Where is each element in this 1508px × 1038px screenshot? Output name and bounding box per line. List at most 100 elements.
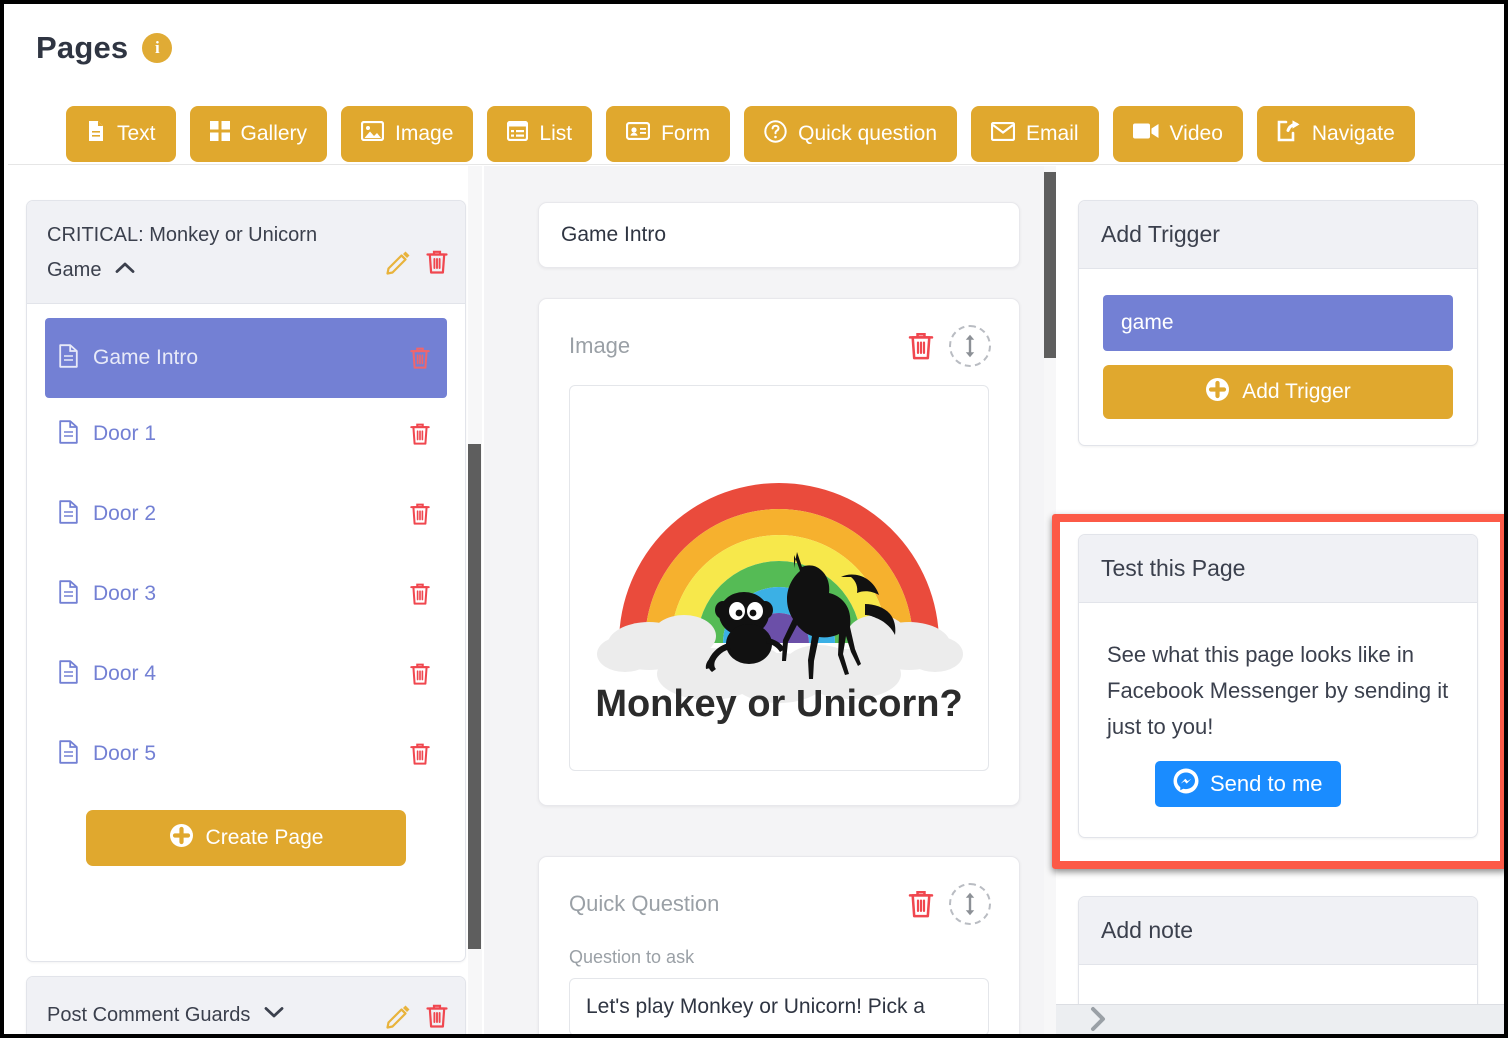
document-icon — [86, 120, 106, 148]
page-list-item-label: Door 2 — [93, 502, 157, 525]
page-editor-column: Game Intro Image Monkey or Unicorn? Quic… — [484, 166, 1044, 1034]
page-group-header-2[interactable]: Post Comment Guards — [27, 977, 465, 1034]
trash-icon[interactable] — [409, 742, 431, 766]
image-block-header: Image — [539, 299, 1019, 367]
add-trigger-button[interactable]: Add Trigger — [1103, 365, 1453, 419]
test-page-body: See what this page looks like in Faceboo… — [1079, 603, 1477, 837]
test-page-card: Test this Page See what this page looks … — [1078, 534, 1478, 838]
image-block: Image Monkey or Unicorn? — [538, 298, 1020, 806]
toolbar-button-form[interactable]: Form — [606, 106, 731, 162]
test-page-description: See what this page looks like in Faceboo… — [1107, 642, 1449, 739]
pencil-icon[interactable] — [385, 249, 411, 275]
image-block-label: Image — [569, 333, 631, 358]
trash-icon[interactable] — [425, 249, 449, 275]
toolbar-button-video[interactable]: Video — [1112, 106, 1243, 162]
app-root: Pages i Text Gallery Image List Form Qui… — [0, 0, 1508, 1038]
question-field-label: Question to ask — [569, 947, 695, 967]
page-list: Game Intro Door 1 Door 2 Door 3 Door 4 D… — [27, 304, 465, 874]
toolbar-label: Gallery — [240, 122, 308, 145]
trigger-chip-game[interactable]: game — [1103, 295, 1453, 351]
messenger-icon — [1173, 768, 1199, 800]
page-list-item-door-1[interactable]: Door 1 — [45, 410, 447, 458]
monkey-or-unicorn-image: Monkey or Unicorn? — [589, 428, 969, 728]
toolbar-label: Email — [1026, 122, 1079, 145]
page-header: Pages i Text Gallery Image List Form Qui… — [8, 8, 1504, 165]
trash-icon[interactable] — [409, 582, 431, 606]
trash-icon[interactable] — [409, 502, 431, 526]
toolbar-label: Text — [117, 122, 156, 145]
page-list-item-door-5[interactable]: Door 5 — [45, 730, 447, 778]
page-list-item-label: Door 5 — [93, 742, 157, 765]
add-trigger-card: Add Trigger game Add Trigger — [1078, 200, 1478, 446]
picture-icon — [360, 120, 385, 147]
quick-question-block-header: Quick Question — [539, 857, 1019, 925]
grid-icon — [209, 121, 230, 147]
page-title-row: Pages i — [36, 30, 173, 66]
toolbar-button-navigate[interactable]: Navigate — [1256, 106, 1415, 162]
trash-icon[interactable] — [409, 662, 431, 686]
page-list-item-door-3[interactable]: Door 3 — [45, 570, 447, 618]
pencil-icon[interactable] — [385, 1003, 411, 1029]
page-list-item-label: Door 3 — [93, 582, 157, 605]
page-list-item-label: Door 4 — [93, 662, 157, 685]
add-note-heading: Add note — [1079, 897, 1477, 965]
toolbar-label: Quick question — [798, 122, 938, 145]
page-group-header[interactable]: CRITICAL: Monkey or Unicorn Game — [27, 201, 465, 304]
page-list-item-door-4[interactable]: Door 4 — [45, 650, 447, 698]
page-group-card-2: Post Comment Guards — [26, 976, 466, 1034]
toolbar-button-quick-question[interactable]: Quick question — [744, 106, 958, 162]
info-icon[interactable]: i — [142, 33, 173, 63]
document-icon — [59, 343, 78, 373]
page-title-input[interactable]: Game Intro — [538, 202, 1020, 268]
send-to-me-label: Send to me — [1210, 771, 1323, 796]
move-vertical-icon[interactable] — [949, 325, 991, 367]
quick-question-block-label: Quick Question — [569, 891, 720, 916]
plus-circle-icon — [169, 823, 194, 854]
page-group-actions — [385, 219, 449, 275]
chevron-up-icon[interactable] — [115, 252, 135, 285]
toolbar-button-list[interactable]: List — [487, 106, 593, 162]
page-group-title: CRITICAL: Monkey or Unicorn Game — [47, 224, 318, 281]
trash-icon[interactable] — [409, 346, 431, 370]
add-trigger-heading: Add Trigger — [1079, 201, 1477, 269]
document-icon — [59, 499, 78, 529]
page-list-item-game-intro[interactable]: Game Intro — [45, 318, 447, 398]
svg-text:Monkey or Unicorn?: Monkey or Unicorn? — [595, 683, 962, 725]
move-vertical-icon[interactable] — [949, 883, 991, 925]
document-icon — [59, 739, 78, 769]
block-type-toolbar: Text Gallery Image List Form Quick quest… — [66, 106, 1415, 162]
trash-icon[interactable] — [409, 422, 431, 446]
add-trigger-button-label: Add Trigger — [1242, 380, 1351, 403]
toolbar-button-email[interactable]: Email — [971, 106, 1099, 162]
page-list-item-label: Game Intro — [93, 346, 199, 369]
trash-icon[interactable] — [907, 331, 935, 361]
toolbar-button-gallery[interactable]: Gallery — [189, 106, 328, 162]
toolbar-button-text[interactable]: Text — [66, 106, 176, 162]
toolbar-label: Form — [661, 122, 711, 145]
test-page-heading: Test this Page — [1079, 535, 1477, 603]
trash-icon[interactable] — [425, 1003, 449, 1029]
chevron-right-icon[interactable] — [1090, 1006, 1108, 1034]
image-block-tools — [907, 325, 991, 367]
page-group-actions-2 — [385, 999, 449, 1029]
sidebar-scrollbar-thumb[interactable] — [468, 444, 481, 949]
send-to-me-button[interactable]: Send to me — [1155, 761, 1341, 807]
chevron-down-icon[interactable] — [264, 999, 284, 1027]
toolbar-button-image[interactable]: Image — [341, 106, 474, 162]
toolbar-label: List — [539, 122, 573, 145]
quick-question-block-tools — [907, 883, 991, 925]
image-preview-frame[interactable]: Monkey or Unicorn? — [569, 385, 989, 771]
panel-expand-bar[interactable] — [1056, 1004, 1504, 1034]
card-icon — [626, 121, 651, 146]
question-field-input[interactable]: Let's play Monkey or Unicorn! Pick a — [569, 978, 989, 1034]
envelope-icon — [990, 121, 1016, 147]
question-circle-icon — [764, 119, 787, 149]
toolbar-label: Image — [395, 122, 454, 145]
page-list-item-door-2[interactable]: Door 2 — [45, 490, 447, 538]
create-page-button[interactable]: Create Page — [86, 810, 406, 866]
sidebar-scrollbar-track[interactable] — [468, 166, 482, 1034]
document-icon — [59, 659, 78, 689]
page-group-title-2: Post Comment Guards — [47, 1004, 251, 1026]
page-title-input-value: Game Intro — [561, 223, 667, 246]
trash-icon[interactable] — [907, 889, 935, 919]
